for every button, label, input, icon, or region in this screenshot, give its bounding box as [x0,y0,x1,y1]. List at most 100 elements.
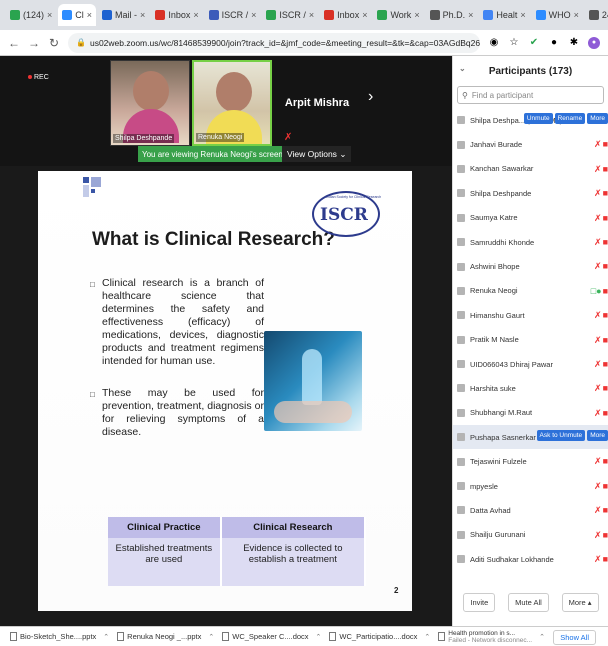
participant-row[interactable]: Samruddhi Khonde ✗■ [453,230,608,254]
invite-button[interactable]: Invite [463,592,496,612]
tile-name-label: Shilpa Deshpande [113,134,175,143]
tab-close-icon[interactable]: × [47,10,52,20]
participant-action-button[interactable]: More [587,430,608,442]
browser-tab[interactable]: 244× [585,4,608,26]
participant-row[interactable]: Datta Avhad ✗■ [453,498,608,522]
tab-close-icon[interactable]: × [574,10,579,20]
tab-close-icon[interactable]: × [468,10,473,20]
participant-row[interactable]: Tejaswini Fulzele ✗■ [453,449,608,473]
tab-close-icon[interactable]: × [362,10,367,20]
tab-favicon-icon [266,10,277,20]
url-field[interactable]: 🔒 us02web.zoom.us/wc/81468539900/join?tr… [68,32,480,53]
tab-close-icon[interactable]: × [520,10,525,20]
chevron-up-icon[interactable]: ⌃ [539,633,545,641]
participant-row[interactable]: mpyesle ✗■ [453,474,608,498]
speaker-name-tile[interactable]: Arpit Mishra [274,60,360,146]
participant-row[interactable]: Shubhangi M.Raut ✗■ [453,401,608,425]
browser-tab[interactable]: (124) × [6,4,56,26]
puzzle-icon[interactable]: ✱ [568,37,580,49]
participant-avatar-icon [457,116,465,125]
collapse-chevron-icon[interactable]: ⌄ [459,64,466,73]
participant-name: Himanshu Gaurt [470,310,525,320]
more-button[interactable]: More ▴ [561,592,599,612]
browser-tab[interactable]: ISCR / × [262,4,318,26]
participant-row[interactable]: Aditi Sudhakar Lokhande ✗■ [453,547,608,571]
participant-row[interactable]: Renuka Neogi □●■ [453,279,608,303]
star-icon[interactable]: ☆ [508,37,520,49]
participant-name: Tejaswini Fulzele [470,457,527,467]
back-arrow-icon[interactable]: ← [8,36,20,50]
participant-row[interactable]: Ashwini Bhope ✗■ [453,254,608,278]
mic-muted-icon: ✗ [594,163,602,174]
browser-tab[interactable]: ISCR / × [205,4,261,26]
tab-close-icon[interactable]: × [87,10,92,20]
video-off-icon: ■ [602,285,608,296]
tab-favicon-icon [429,10,440,20]
chevron-up-icon[interactable]: ⌃ [103,633,109,641]
download-item[interactable]: WC_Participatio....docx ⌃ [329,632,430,641]
file-icon [117,632,125,641]
iscr-logo: Indian Society for Clinical Research ISC… [310,191,382,237]
browser-tab[interactable]: Cl × [58,4,97,26]
mute-all-button[interactable]: Mute All [508,592,549,612]
browser-tab[interactable]: Inbox × [151,4,202,26]
participant-avatar-icon [457,360,465,369]
participant-action-button[interactable]: Ask to Unmute [536,430,586,442]
video-tile-shilpa[interactable]: Shilpa Deshpande [110,60,190,146]
participant-search-input[interactable]: ⚲ Find a participant [457,86,604,104]
participant-row[interactable]: Pratik M Nasle ✗■ [453,328,608,352]
participant-row[interactable]: UID066043 Dhiraj Pawar ✗■ [453,352,608,376]
profile-avatar[interactable]: ● [588,36,600,49]
participant-row[interactable]: Shilpa Deshpande ✗■ [453,181,608,205]
participant-avatar-icon [457,408,465,417]
participant-row[interactable]: Janhavi Burade ✗■ [453,132,608,156]
download-item-failed[interactable]: Health promotion in s... Failed - Network… [438,630,545,644]
download-item[interactable]: WC_Speaker C....docx ⌃ [222,632,321,641]
browser-tab[interactable]: Inbox × [320,4,371,26]
participant-row[interactable]: Shilpa Deshpa... (Host, Me) Unmute Rename M… [453,108,608,132]
participant-row[interactable]: Harshita suke ✗■ [453,376,608,400]
download-filename: WC_Participatio....docx [339,632,418,641]
mic-muted-icon: ✗ [594,261,602,272]
reload-icon[interactable]: ↻ [48,36,60,50]
extension-icon[interactable]: ● [548,37,560,49]
tab-close-icon[interactable]: × [193,10,198,20]
tab-close-icon[interactable]: × [414,10,419,20]
participant-row[interactable]: Pushapa Sasnerkar Ask to Unmute More [453,425,608,450]
medical-technology-image [264,331,362,431]
participant-action-button[interactable]: Rename [554,113,586,124]
browser-tab[interactable]: WHO × [532,4,583,26]
tab-close-icon[interactable]: × [140,10,145,20]
browser-tab[interactable]: Healt × [479,4,529,26]
participant-action-button[interactable]: Unmute [523,113,553,124]
mic-muted-icon: ✗ [594,212,602,223]
forward-arrow-icon[interactable]: → [28,36,40,50]
view-options-button[interactable]: View Options ⌄ [282,146,352,162]
check-extension-icon[interactable]: ✔ [528,37,540,49]
browser-tab[interactable]: Work × [373,4,423,26]
participant-action-button[interactable]: More [587,113,608,124]
camera-icon[interactable]: ◉ [488,37,500,49]
tab-close-icon[interactable]: × [309,10,314,20]
download-item[interactable]: Renuka Neogi _...pptx ⌃ [117,632,214,641]
participant-row[interactable]: Himanshu Gaurt ✗■ [453,303,608,327]
browser-tab[interactable]: Ph.D. × [426,4,478,26]
browser-tab[interactable]: Mail - × [98,4,149,26]
chevron-right-icon[interactable]: › [368,88,373,106]
participant-avatar-icon [457,213,465,222]
tab-favicon-icon [155,10,166,20]
participant-avatar-icon [457,384,465,393]
download-item[interactable]: Bio-Sketch_She....pptx ⌃ [10,632,109,641]
chevron-up-icon[interactable]: ⌃ [316,633,322,641]
participant-row[interactable]: Saumya Katre ✗■ [453,206,608,230]
chevron-up-icon[interactable]: ⌃ [208,633,214,641]
chevron-up-icon[interactable]: ⌃ [424,633,430,641]
tab-close-icon[interactable]: × [251,10,256,20]
shared-slide: What is Clinical Research? Indian Societ… [38,171,412,611]
tile-name-label: Renuka Neogi [196,133,245,142]
show-all-downloads-button[interactable]: Show All [553,630,596,645]
participant-row[interactable]: Shailju Gurunani ✗■ [453,523,608,547]
participant-row[interactable]: Kanchan Sawarkar ✗■ [453,157,608,181]
video-tile-renuka[interactable]: Renuka Neogi [192,60,272,146]
url-text: us02web.zoom.us/wc/81468539900/join?trac… [89,37,480,48]
